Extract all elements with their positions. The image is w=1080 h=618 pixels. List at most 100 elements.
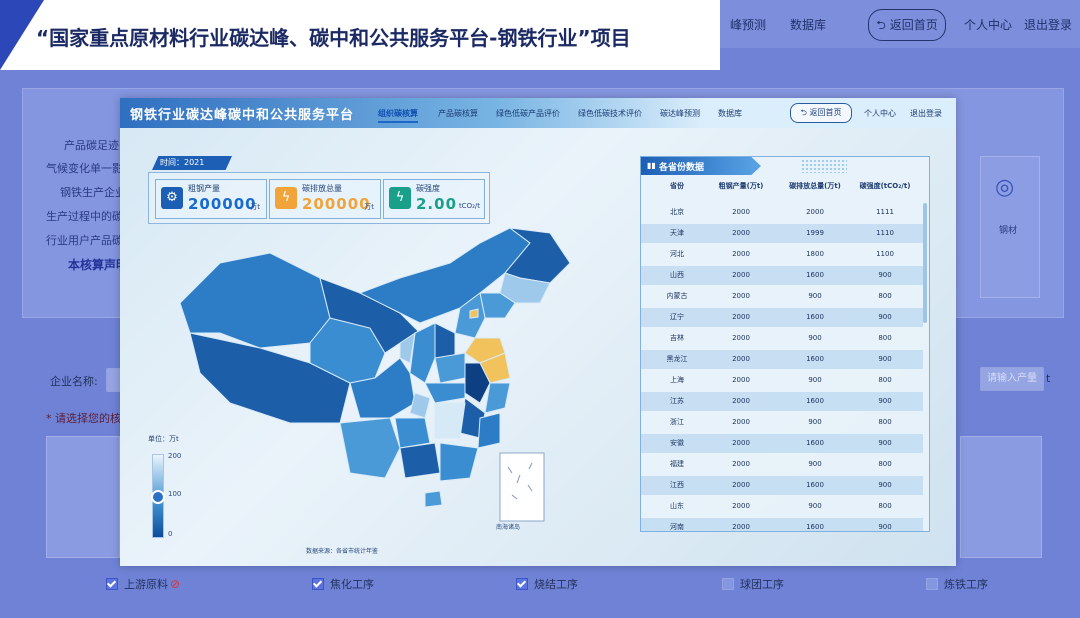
table-cell: 900	[808, 502, 822, 510]
map-region-hunan[interactable]	[434, 402, 466, 439]
table-cell: 1600	[806, 313, 824, 321]
table-cell: 上海	[670, 376, 684, 384]
dash-return-button[interactable]: ⮌ 返回首页	[790, 103, 852, 123]
table-row[interactable]: 上海 2000 900 800	[641, 371, 923, 390]
map-region-guangdong[interactable]	[439, 442, 479, 482]
process-checkbox-upstream[interactable]: 上游原料 ⊘	[106, 576, 180, 592]
bg-user-center[interactable]: 个人中心	[964, 16, 1012, 33]
nav-green-product[interactable]: 绿色低碳产品评价	[496, 108, 560, 119]
map-region-xinjiang[interactable]	[179, 252, 331, 349]
dashboard-logo: 钢铁行业碳达峰碳中和公共服务平台	[130, 108, 355, 123]
table-cell: 900	[878, 523, 892, 531]
table-cell: 800	[878, 460, 892, 468]
map-region-hubei[interactable]	[424, 382, 466, 404]
table-cell: 1999	[806, 229, 824, 237]
map-region-shanxi[interactable]	[434, 322, 456, 359]
table-row[interactable]: 河北 2000 1800 1100	[641, 245, 923, 264]
table-cell: 辽宁	[670, 313, 684, 321]
table-cell: 安徽	[670, 439, 684, 447]
table-cell: 900	[808, 376, 822, 384]
dots-decoration	[801, 159, 847, 173]
table-row[interactable]: 安徽 2000 1600 900	[641, 434, 923, 453]
table-cell: 900	[878, 355, 892, 363]
table-cell: 800	[878, 292, 892, 300]
stats-panel: ⚙ 粗钢产量 200000 万t ϟ 碳排放总量 200000 万t ϟ 碳强度…	[148, 172, 490, 224]
table-cell: 900	[878, 271, 892, 279]
col-header: 碳强度(tCO₂/t)	[859, 182, 911, 190]
map-region-hainan[interactable]	[424, 490, 443, 508]
map-region-henan[interactable]	[434, 352, 466, 384]
legend-slider-handle[interactable]	[151, 490, 165, 504]
bar-chart-icon: ▮▮	[647, 161, 656, 170]
table-title: 各省份数据	[659, 163, 705, 173]
table-header: ▮▮ 各省份数据	[641, 157, 929, 175]
table-cell: 2000	[732, 355, 750, 363]
table-row[interactable]: 吉林 2000 900 800	[641, 329, 923, 348]
table-scrollbar[interactable]	[923, 203, 927, 323]
bg-intro-line: 气候变化单一影	[46, 162, 123, 175]
table-cell: 1600	[806, 397, 824, 405]
dash-user-center[interactable]: 个人中心	[864, 108, 896, 119]
legend-min: 0	[168, 530, 173, 538]
table-row[interactable]: 山东 2000 900 800	[641, 497, 923, 516]
table-row[interactable]: 浙江 2000 900 800	[641, 413, 923, 432]
dash-logout[interactable]: 退出登录	[910, 108, 942, 119]
table-row[interactable]: 黑龙江 2000 1600 900	[641, 350, 923, 369]
table-cell: 800	[878, 502, 892, 510]
table-cell: 江西	[670, 481, 684, 489]
process-checkbox-pellet[interactable]: 球团工序	[722, 576, 784, 592]
dashboard-screenshot: 钢铁行业碳达峰碳中和公共服务平台 组织碳核算 产品碳核算 绿色低碳产品评价 绿色…	[120, 98, 956, 566]
table-row[interactable]: 江西 2000 1600 900	[641, 476, 923, 495]
table-row[interactable]: 福建 2000 900 800	[641, 455, 923, 474]
table-cell: 900	[878, 397, 892, 405]
table-cell: 1600	[806, 439, 824, 447]
table-cell: 浙江	[670, 418, 684, 426]
table-row[interactable]: 天津 2000 1999 1110	[641, 224, 923, 243]
bg-nav-item-forecast[interactable]: 峰预测	[730, 16, 766, 33]
table-cell: 北京	[670, 208, 684, 216]
table-cell: 江苏	[670, 397, 684, 405]
map-region-yunnan[interactable]	[339, 417, 401, 479]
forbidden-icon: ⊘	[170, 577, 181, 591]
table-cell: 天津	[670, 229, 684, 237]
nav-org-accounting[interactable]: 组织碳核算	[378, 108, 418, 123]
banner-title: “国家重点原材料行业碳达峰、碳中和公共服务平台-钢铁行业”项目	[36, 26, 631, 50]
nav-database[interactable]: 数据库	[718, 108, 742, 119]
nav-product-accounting[interactable]: 产品碳核算	[438, 108, 478, 119]
table-cell: 1600	[806, 271, 824, 279]
table-cell: 福建	[670, 460, 684, 468]
nav-peak-forecast[interactable]: 碳达峰预测	[660, 108, 700, 119]
map-region-fujian[interactable]	[477, 412, 501, 449]
bg-output-input[interactable]: 请输入产量	[980, 367, 1044, 391]
table-row[interactable]: 河南 2000 1600 900	[641, 518, 923, 531]
table-row[interactable]: 山西 2000 1600 900	[641, 266, 923, 285]
bg-logout[interactable]: 退出登录	[1024, 16, 1072, 33]
table-cell: 2000	[732, 397, 750, 405]
col-header: 粗钢产量(万t)	[718, 182, 764, 190]
map-region-zhejiang[interactable]	[484, 382, 511, 414]
process-label: 炼铁工序	[944, 578, 988, 591]
bg-return-button[interactable]: ⮌ 返回首页	[868, 9, 946, 41]
legend-max: 200	[168, 452, 182, 460]
map-region-guangxi[interactable]	[399, 442, 441, 479]
table-row[interactable]: 江苏 2000 1600 900	[641, 392, 923, 411]
bg-process-card	[46, 436, 120, 558]
process-checkbox-coking[interactable]: 焦化工序	[312, 576, 374, 592]
nav-green-tech[interactable]: 绿色低碳技术评价	[578, 108, 642, 119]
table-cell: 2000	[806, 208, 824, 216]
map-region-beijing[interactable]	[469, 308, 479, 319]
table-cell: 900	[808, 292, 822, 300]
table-cell: 900	[808, 418, 822, 426]
process-checkbox-sintering[interactable]: 烧结工序	[516, 576, 578, 592]
process-checkbox-ironmaking[interactable]: 炼铁工序	[926, 576, 988, 592]
table-cell: 900	[878, 313, 892, 321]
table-row[interactable]: 辽宁 2000 1600 900	[641, 308, 923, 327]
table-row[interactable]: 北京 2000 2000 1111	[641, 203, 923, 222]
map-region-guizhou[interactable]	[394, 417, 431, 449]
bg-company-label: 企业名称:	[50, 375, 98, 388]
col-header: 省份	[670, 182, 684, 190]
table-cell: 黑龙江	[666, 355, 688, 363]
bg-nav-item-database[interactable]: 数据库	[790, 16, 826, 33]
bg-steel-label: 钢材	[999, 226, 1018, 236]
table-row[interactable]: 内蒙古 2000 900 800	[641, 287, 923, 306]
